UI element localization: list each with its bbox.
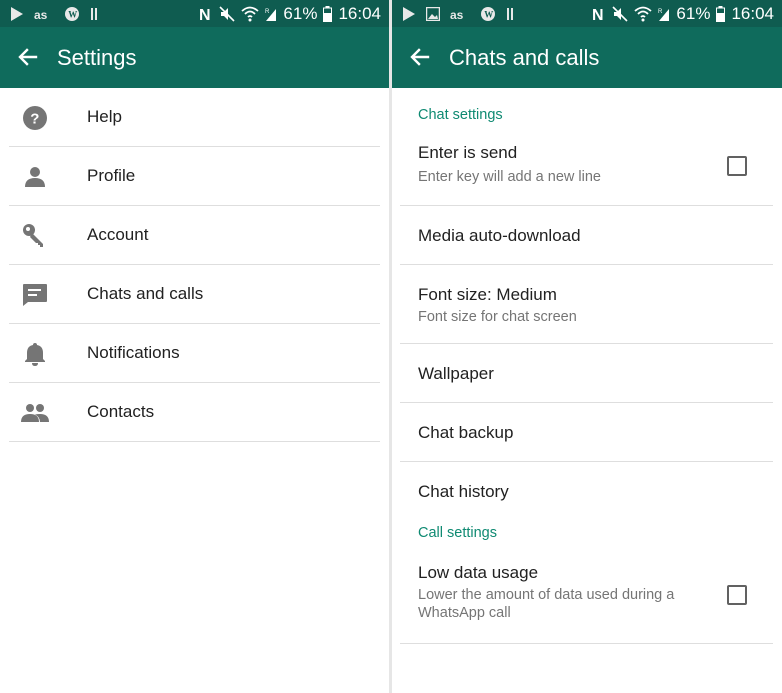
image-icon: [426, 6, 440, 21]
signal-icon: R: [265, 6, 277, 22]
play-icon: [402, 6, 416, 22]
call-settings-header: Call settings: [418, 525, 497, 541]
settings-item-label: Notifications: [87, 343, 180, 362]
settings-screen: as W N R 61% 16:04 Settings ? Help Profi…: [0, 0, 389, 693]
chat-settings-header: Chat settings: [418, 107, 503, 123]
enter-is-send-checkbox[interactable]: [727, 156, 747, 176]
media-auto-download-label: Media auto-download: [418, 226, 581, 245]
page-title: Settings: [57, 45, 137, 70]
battery-percent: 61%: [676, 3, 711, 23]
low-data-usage-subtitle: Lower the amount of data used during a: [418, 587, 675, 603]
settings-item-label: Account: [87, 225, 149, 244]
low-data-usage-checkbox[interactable]: [727, 585, 747, 605]
low-data-usage-subtitle-line2: WhatsApp call: [418, 605, 511, 621]
wordpress-icon: W: [64, 6, 80, 22]
enter-is-send-row[interactable]: Enter is send Enter key will add a new l…: [400, 134, 773, 206]
page-title: Chats and calls: [449, 45, 600, 70]
battery-icon: [716, 5, 726, 22]
back-arrow-icon[interactable]: [14, 43, 42, 71]
svg-text:W: W: [68, 9, 77, 19]
contacts-icon: [21, 399, 49, 427]
back-arrow-icon[interactable]: [406, 43, 434, 71]
media-auto-download-row[interactable]: Media auto-download: [400, 206, 773, 265]
app-bar: Settings: [0, 27, 389, 88]
battery-percent: 61%: [283, 3, 318, 23]
battery-icon: [323, 5, 333, 22]
enter-is-send-subtitle: Enter key will add a new line: [418, 169, 601, 185]
status-bar: as W N R 61% 16:04: [0, 0, 389, 27]
settings-item-chats-and-calls[interactable]: Chats and calls: [9, 265, 380, 324]
low-data-usage-title: Low data usage: [418, 563, 539, 582]
svg-text:N: N: [199, 7, 211, 22]
settings-item-account[interactable]: Account: [9, 206, 380, 265]
svg-text:R: R: [658, 9, 663, 15]
help-icon: ?: [21, 104, 49, 132]
svg-text:W: W: [484, 9, 493, 19]
key-icon: [21, 222, 49, 250]
chats-and-calls-screen: as W N R 61% 16:04 Chats and calls Chat …: [392, 0, 782, 693]
clock: 16:04: [338, 3, 381, 23]
mute-icon: [612, 5, 628, 22]
lastfm-icon: as: [450, 8, 470, 20]
wallpaper-row[interactable]: Wallpaper: [400, 344, 773, 403]
mute-icon: [219, 5, 235, 22]
settings-item-notifications[interactable]: Notifications: [9, 324, 380, 383]
svg-text:N: N: [592, 7, 604, 22]
font-size-title: Font size: Medium: [418, 285, 557, 304]
signal-icon: R: [658, 6, 670, 22]
person-icon: [21, 163, 49, 191]
chat-history-label: Chat history: [418, 482, 509, 501]
wallpaper-label: Wallpaper: [418, 364, 494, 383]
settings-item-contacts[interactable]: Contacts: [9, 383, 380, 442]
settings-item-label: Profile: [87, 166, 136, 185]
bell-icon: [21, 340, 49, 368]
play-icon: [10, 6, 24, 22]
font-size-subtitle: Font size for chat screen: [418, 309, 577, 325]
chat-icon: [21, 281, 49, 309]
svg-text:as: as: [34, 8, 48, 20]
settings-item-help[interactable]: ? Help: [9, 88, 380, 147]
chat-backup-row[interactable]: Chat backup: [400, 403, 773, 462]
status-bar: as W N R 61% 16:04: [392, 0, 782, 27]
nfc-icon: N: [199, 6, 213, 22]
wifi-icon: [241, 6, 260, 22]
chat-settings-list: Chat settings Enter is send Enter key wi…: [392, 88, 782, 644]
pause-bars-icon: [90, 7, 98, 21]
app-bar: Chats and calls: [392, 27, 782, 88]
pause-bars-icon: [506, 7, 514, 21]
low-data-usage-row[interactable]: Low data usage Lower the amount of data …: [400, 554, 773, 644]
chat-history-row[interactable]: Chat history: [400, 462, 773, 520]
settings-item-profile[interactable]: Profile: [9, 147, 380, 206]
settings-item-label: Help: [87, 107, 122, 126]
enter-is-send-title: Enter is send: [418, 143, 518, 162]
settings-item-label: Contacts: [87, 402, 155, 421]
svg-text:as: as: [450, 8, 464, 20]
wordpress-icon: W: [480, 6, 496, 22]
settings-list: ? Help Profile Account Chats and calls N…: [0, 88, 389, 442]
wifi-icon: [634, 6, 653, 22]
settings-item-label: Chats and calls: [87, 284, 204, 303]
font-size-row[interactable]: Font size: Medium Font size for chat scr…: [400, 265, 773, 344]
nfc-icon: N: [592, 6, 606, 22]
chat-backup-label: Chat backup: [418, 423, 514, 442]
lastfm-icon: as: [34, 8, 54, 20]
clock: 16:04: [731, 3, 774, 23]
svg-text:R: R: [265, 9, 270, 15]
svg-text:?: ?: [30, 111, 39, 128]
